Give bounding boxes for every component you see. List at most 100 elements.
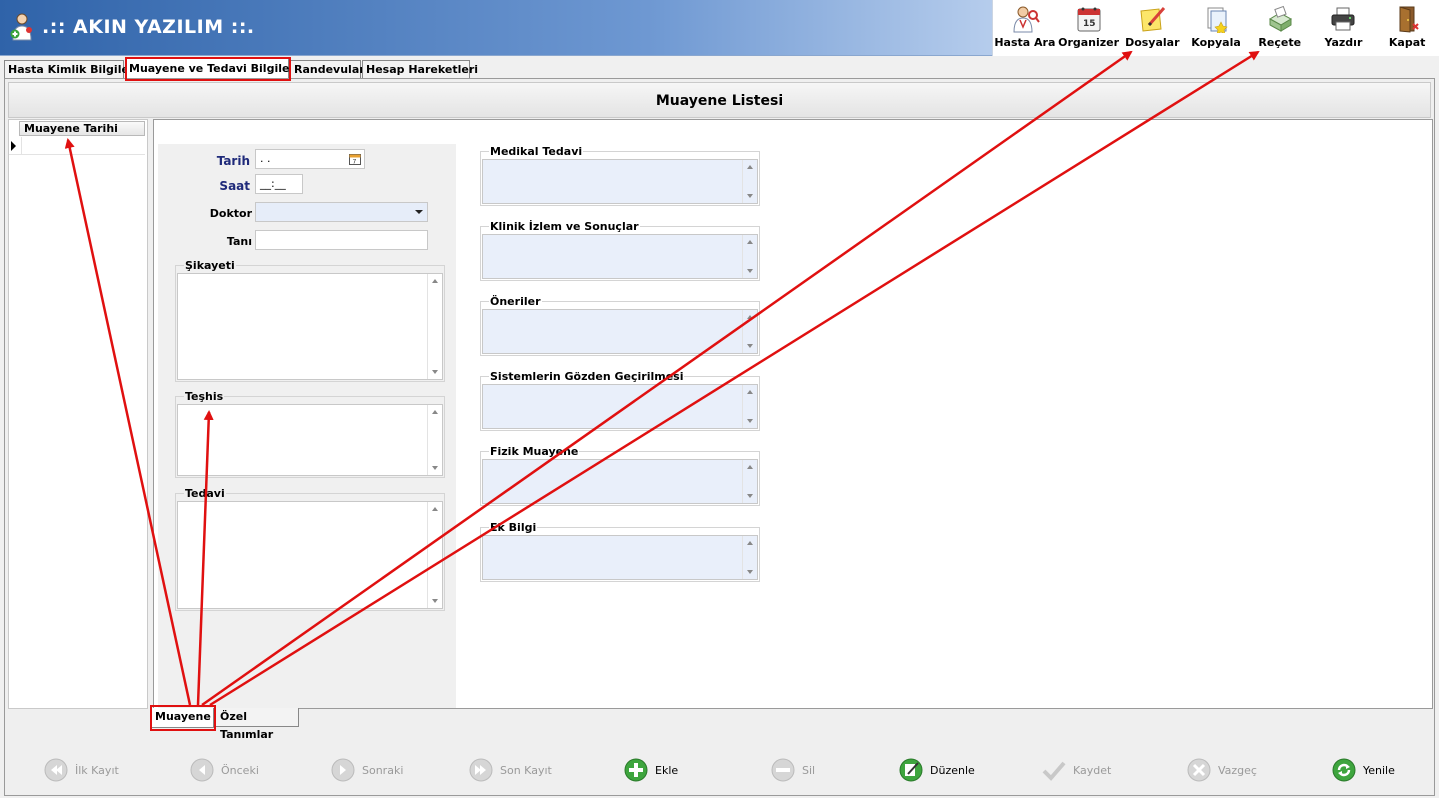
hasta-ara-button[interactable]: Hasta Ara [993,0,1057,56]
tani-input[interactable] [255,230,428,250]
sonraki-label: Sonraki [362,763,404,777]
sikayeti-memo[interactable] [177,273,443,380]
scroll-down-icon[interactable] [747,344,753,348]
row-indicator-icon [11,141,16,151]
tedavi-memo[interactable] [177,501,443,609]
vazgec-button[interactable]: Vazgeç [1187,756,1257,784]
hasta-ara-label: Hasta Ara [994,36,1056,49]
scroll-up-icon[interactable] [747,465,753,469]
yenile-button[interactable]: Yenile [1332,756,1395,784]
table-row[interactable] [9,137,145,155]
scroll-up-icon[interactable] [747,315,753,319]
svg-text:15: 15 [1083,19,1096,29]
kopyala-button[interactable]: Kopyala [1184,0,1248,56]
scroll-down-icon[interactable] [432,370,438,374]
scroll-up-icon[interactable] [747,541,753,545]
ekle-button[interactable]: Ekle [624,756,678,784]
onceki-button[interactable]: Önceki [190,756,259,784]
record-navigation-bar: İlk Kayıt Önceki Sonraki Son Kayıt Ekle … [0,752,1439,788]
app-title: .:: AKIN YAZILIM ::. [42,16,255,38]
muayene-grid[interactable]: Muayene Tarihi [8,119,148,709]
printer-icon [1331,7,1355,31]
memo-scrollbar[interactable] [742,310,757,353]
sikayeti-scrollbar[interactable] [427,274,442,379]
memo-scrollbar[interactable] [742,235,757,278]
scroll-down-icon[interactable] [747,570,753,574]
grid-cell[interactable] [21,137,145,154]
fizik-muayene-group: Fizik Muayene [480,445,760,506]
tani-label: Tanı [226,235,252,248]
memo-scrollbar[interactable] [742,160,757,203]
tab-ozel-tanimlar[interactable]: Özel Tanımlar [215,708,299,741]
doctor-search-icon [1013,6,1040,33]
fizik-muayene-memo[interactable] [482,459,758,504]
memo-scrollbar[interactable] [742,536,757,579]
copy-document-icon [1207,7,1228,33]
scroll-down-icon[interactable] [432,466,438,470]
tab-muayene-tedavi[interactable]: Muayene ve Tedavi Bilgileri [125,58,299,78]
tab-hesap-hareketleri[interactable]: Hesap Hareketleri [362,60,478,78]
yazdir-button[interactable]: Yazdır [1312,0,1376,56]
memo-scrollbar[interactable] [742,385,757,428]
sonraki-button[interactable]: Sonraki [331,756,403,784]
scroll-up-icon[interactable] [432,507,438,511]
teshis-label: Teşhis [184,390,225,403]
grid-column-header[interactable]: Muayene Tarihi [19,121,145,136]
fizik-muayene-label: Fizik Muayene [489,445,580,458]
ek-bilgi-memo[interactable] [482,535,758,580]
list-title-bar: Muayene Listesi [8,82,1431,118]
oneriler-memo[interactable] [482,309,758,354]
saat-input[interactable]: __:__ [255,174,303,194]
main-toolbar: Hasta Ara 15 Organizer Dosyalar Kopyala … [992,0,1439,56]
scroll-down-icon[interactable] [747,194,753,198]
calendar-icon: 15 [1077,7,1101,32]
scroll-up-icon[interactable] [747,165,753,169]
tab-hasta-kimlik[interactable]: Hasta Kimlik Bilgileri [4,60,138,78]
duzenle-button[interactable]: Düzenle [899,756,975,784]
yazdir-label: Yazdır [1324,36,1363,49]
tab-muayene[interactable]: Muayene [150,708,214,728]
tab-randevular[interactable]: Randevular [290,60,365,78]
muayene-panel: Tarih . . 7 Saat __:__ Doktor Tanı Şikay… [153,119,1433,709]
teshis-group: Teşhis [175,390,445,478]
kapat-button[interactable]: Kapat [1375,0,1439,56]
scroll-up-icon[interactable] [747,390,753,394]
memo-scrollbar[interactable] [742,460,757,503]
delete-icon [771,758,795,782]
dosyalar-label: Dosyalar [1125,36,1180,49]
sil-button[interactable]: Sil [771,756,815,784]
son-kayit-button[interactable]: Son Kayıt [469,756,552,784]
exit-door-icon [1399,6,1419,33]
scroll-down-icon[interactable] [432,599,438,603]
organizer-button[interactable]: 15 Organizer [1057,0,1121,56]
onceki-label: Önceki [221,763,259,777]
kopyala-label: Kopyala [1191,36,1241,49]
scroll-up-icon[interactable] [432,410,438,414]
klinik-izlem-memo[interactable] [482,234,758,279]
ilk-kayit-button[interactable]: İlk Kayıt [44,756,119,784]
sikayeti-group: Şikayeti [175,259,445,382]
kaydet-button[interactable]: Kaydet [1042,756,1111,784]
medikal-tedavi-memo[interactable] [482,159,758,204]
recete-button[interactable]: Reçete [1248,0,1312,56]
sistemler-memo[interactable] [482,384,758,429]
duzenle-label: Düzenle [930,763,975,777]
scroll-down-icon[interactable] [747,269,753,273]
teshis-scrollbar[interactable] [427,405,442,475]
scroll-down-icon[interactable] [747,419,753,423]
son-kayit-label: Son Kayıt [500,763,552,777]
scroll-up-icon[interactable] [432,279,438,283]
calendar-picker-icon[interactable]: 7 [349,153,361,165]
title-bar: .:: AKIN YAZILIM ::. Hasta Ara 15 Organi… [0,0,1439,56]
chevron-down-icon[interactable] [415,210,423,214]
tarih-input[interactable]: . . 7 [255,149,365,169]
tedavi-scrollbar[interactable] [427,502,442,608]
medikal-tedavi-group: Medikal Tedavi [480,145,760,206]
tarih-value: . . [260,152,271,165]
dosyalar-button[interactable]: Dosyalar [1120,0,1184,56]
teshis-memo[interactable] [177,404,443,476]
left-form: Tarih . . 7 Saat __:__ Doktor Tanı Şikay… [158,144,456,708]
scroll-down-icon[interactable] [747,494,753,498]
doktor-select[interactable] [255,202,428,222]
scroll-up-icon[interactable] [747,240,753,244]
